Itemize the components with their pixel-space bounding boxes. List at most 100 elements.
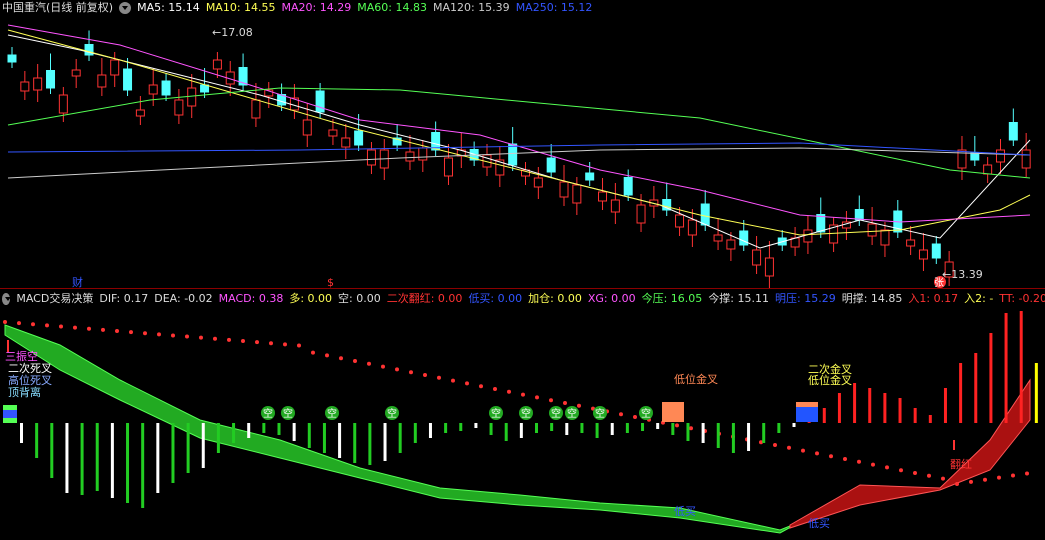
macd-histogram-bar	[171, 423, 175, 483]
dea-dot	[493, 387, 497, 391]
dea-dot	[521, 392, 525, 397]
signal-diwei-jincha2: 低位金叉	[808, 373, 852, 387]
dea-dot	[787, 445, 791, 450]
dea-dot	[479, 384, 483, 389]
macd-histogram-bar	[80, 423, 84, 495]
macd-histogram-bar	[883, 393, 887, 423]
dea-dot	[941, 476, 945, 481]
dea-dot	[913, 471, 917, 475]
dea-dot	[311, 350, 315, 355]
macd-item-2: MACD: 0.38	[218, 292, 284, 305]
dea-dot	[185, 334, 189, 339]
macd-items: DIF: 0.17 DEA: -0.02 MACD: 0.38 多: 0.00 空: 0…	[99, 291, 1045, 307]
signal-gaowei-sicha: 高位死叉	[8, 373, 52, 387]
macd-histogram-bar	[716, 423, 720, 448]
macd-item-6: 低买: 0.00	[468, 292, 523, 305]
candle-body	[135, 109, 145, 117]
dea-dot	[633, 415, 637, 419]
candle-body	[572, 184, 582, 204]
dea-dot	[325, 353, 329, 358]
dea-dot	[227, 337, 231, 342]
macd-histogram-bar	[959, 363, 963, 423]
candle-body	[713, 234, 723, 242]
candle-body	[508, 143, 518, 166]
dea-dot	[73, 325, 77, 330]
candle-body	[418, 147, 428, 161]
macd-histogram-bar	[444, 423, 448, 433]
macd-histogram-bar	[535, 423, 538, 433]
candlestick-chart[interactable]: ←17.08 ←13.39 财 $ 张	[0, 0, 1045, 288]
dea-dot	[801, 448, 805, 453]
signal-block-orange-top	[796, 402, 818, 407]
low-price-label: ←13.39	[942, 268, 983, 281]
kong-badge	[593, 406, 607, 420]
dropdown-icon[interactable]	[2, 293, 12, 305]
candle-body	[366, 149, 376, 166]
ma10-line	[7, 29, 1031, 236]
dea-dot	[339, 356, 343, 361]
candle-body	[983, 164, 993, 175]
dea-dot	[997, 475, 1001, 480]
macd-item-14: 入2: -	[964, 292, 994, 305]
macd-histogram-bar	[292, 423, 296, 441]
macd-histogram-bar	[928, 415, 932, 423]
signal-erci-sicha: 二次死叉	[8, 361, 52, 375]
candle-body	[1008, 122, 1018, 141]
signal-dimai-2: 低买	[808, 517, 830, 530]
macd-histogram-bar	[277, 423, 281, 435]
candle-body	[752, 249, 762, 266]
dea-dot	[297, 343, 301, 348]
macd-histogram-bar	[368, 423, 372, 465]
macd-histogram-bar	[762, 423, 766, 443]
dea-dot	[535, 395, 539, 400]
dea-dot	[731, 434, 735, 439]
candle-body	[148, 84, 158, 95]
candle-body	[700, 203, 710, 226]
macd-histogram-bar	[428, 423, 432, 438]
candle-body	[123, 68, 133, 91]
kong-badge-label: 空	[567, 407, 577, 420]
candle-body	[610, 199, 620, 213]
dea-dot	[759, 440, 763, 445]
candle-body	[20, 81, 30, 92]
dea-dot	[409, 370, 413, 375]
dea-dot	[395, 367, 399, 372]
candle-body	[341, 137, 351, 148]
dea-dot	[843, 457, 847, 461]
dea-dot	[689, 426, 693, 431]
macd-histogram-bar	[580, 423, 584, 433]
dea-dot	[129, 330, 133, 335]
kong-badge-label: 空	[595, 407, 605, 420]
candle-body	[46, 70, 56, 89]
macd-item-9: 今压: 16.05	[641, 292, 703, 305]
candle-body	[726, 239, 736, 250]
candle-body	[443, 157, 453, 177]
macd-histogram-bar	[913, 408, 917, 423]
kong-badge	[639, 406, 653, 420]
candle-body	[867, 223, 877, 237]
macd-title[interactable]: MACD交易决策	[16, 291, 93, 307]
macd-histogram-bar	[853, 383, 857, 423]
macd-histogram-bar	[519, 423, 523, 438]
dea-dot	[871, 462, 875, 467]
candle-body	[675, 214, 685, 228]
dea-dot	[45, 323, 49, 328]
macd-histogram-bar	[322, 423, 326, 453]
dea-dot	[647, 417, 651, 422]
macd-histogram-bar	[807, 415, 811, 423]
macd-histogram-bar	[474, 423, 478, 428]
signal-block-green	[3, 405, 17, 423]
signal-fanhong: 翻红	[950, 457, 972, 471]
ma120-line	[7, 147, 1031, 179]
cai-marker: 财	[72, 275, 83, 288]
candle-body	[161, 80, 171, 96]
signal-block-orange	[662, 402, 684, 422]
dea-dot	[1025, 471, 1029, 476]
macd-item-5: 二次翻红: 0.00	[386, 292, 463, 305]
dea-dot	[619, 412, 623, 417]
kong-badge	[261, 406, 275, 420]
dea-dot	[381, 364, 385, 369]
kong-badge-label: 空	[551, 407, 561, 420]
kong-badge	[565, 406, 579, 420]
macd-item-10: 今撑: 15.11	[708, 292, 770, 305]
